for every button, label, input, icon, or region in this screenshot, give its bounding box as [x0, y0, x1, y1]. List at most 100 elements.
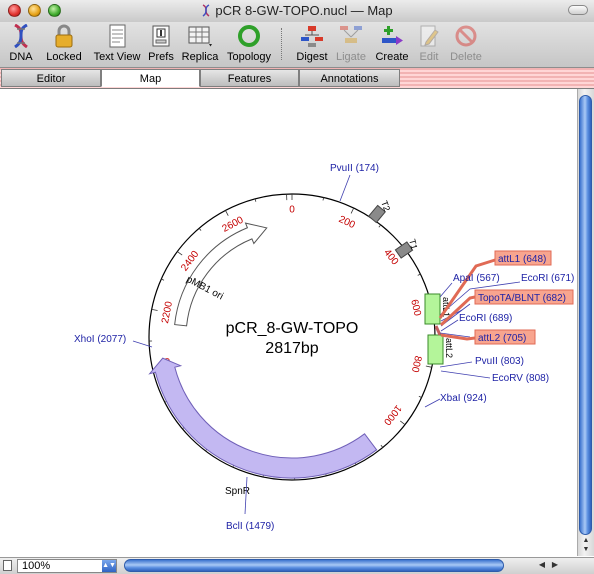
create-button[interactable]: Create: [373, 23, 411, 65]
attl2-box-label: attL2: [444, 338, 454, 358]
t1-terminator[interactable]: T1: [394, 238, 419, 259]
site-attl2-705[interactable]: attL2 (705): [478, 333, 526, 344]
spnr-arrow[interactable]: [148, 357, 378, 479]
vertical-scroll-thumb[interactable]: [579, 95, 592, 535]
preferences-switch-icon: [152, 25, 170, 47]
edit-button[interactable]: Edit: [415, 23, 443, 65]
ligate-label: Ligate: [336, 51, 366, 63]
tick-mark: [417, 273, 421, 276]
horizontal-scroll-thumb[interactable]: [124, 559, 504, 572]
site-bcli-1479[interactable]: BclI (1479): [226, 521, 274, 532]
toolbar: DNA Locked Text View Prefs Replica Topol…: [0, 22, 594, 68]
tick-mark: [380, 444, 384, 448]
replica-button[interactable]: Replica: [180, 23, 220, 65]
zoom-value: 100%: [22, 560, 51, 572]
scroll-up-arrow-icon[interactable]: ▲: [578, 537, 594, 545]
site-ecorv-808[interactable]: EcoRV (808): [492, 373, 549, 384]
plasmid-name: pCR_8-GW-TOPO: [226, 320, 359, 337]
bottom-bar: 100% ▲▼ ◀ ▶: [0, 557, 594, 574]
delete-button[interactable]: Delete: [447, 23, 485, 65]
zoom-stepper-icon[interactable]: ▲▼: [102, 560, 116, 572]
delete-no-icon: [455, 25, 477, 47]
tab-annotations[interactable]: Annotations: [299, 69, 400, 87]
site-xbai-924[interactable]: XbaI (924): [440, 393, 487, 404]
tick-mark: [378, 224, 382, 228]
dna-helix-icon: [14, 24, 28, 48]
tick-label: 2200: [160, 300, 175, 324]
tick-mark: [177, 251, 183, 256]
ligate-tree-icon: [340, 26, 362, 43]
site-pvuii-174[interactable]: PvuII (174): [330, 163, 379, 174]
scroll-down-arrow-icon[interactable]: ▼: [578, 546, 594, 554]
locked-button[interactable]: Locked: [44, 23, 84, 65]
tick-label: 0: [289, 205, 295, 216]
tick-label: 200: [337, 214, 357, 231]
tab-map[interactable]: Map: [101, 69, 200, 87]
toolbar-toggle-button[interactable]: [568, 5, 588, 15]
tick-mark: [400, 420, 406, 425]
toolbar-separator: [281, 28, 283, 60]
digest-tree-icon: [301, 26, 323, 47]
padlock-icon: [55, 24, 73, 48]
site-ecori-689[interactable]: EcoRI (689): [459, 313, 512, 324]
site-ecori-671[interactable]: EcoRI (671): [521, 273, 574, 284]
tick-mark: [161, 278, 165, 281]
tick-mark: [198, 228, 202, 231]
site-apai-567[interactable]: ApaI (567): [453, 273, 500, 284]
text-document-icon: [109, 24, 126, 48]
tab-bar: Editor Map Features Annotations: [0, 68, 594, 89]
delete-label: Delete: [450, 51, 482, 63]
create-plus-arrow-icon: [382, 26, 403, 45]
create-label: Create: [375, 51, 409, 63]
tick-mark: [418, 395, 422, 398]
tick-label: 600: [408, 298, 423, 317]
text-view-label: Text View: [93, 51, 141, 63]
t2-terminator[interactable]: T2: [367, 199, 392, 224]
tick-label: 800: [409, 355, 423, 374]
replica-label: Replica: [181, 51, 219, 63]
edit-pencil-icon: [420, 25, 439, 47]
topology-button[interactable]: Topology: [224, 23, 274, 65]
site-topota-blnt-682[interactable]: TopoTA/BLNT (682): [478, 293, 566, 304]
window-title-wrap: pCR 8-GW-TOPO.nucl — Map: [0, 3, 594, 18]
dna-button[interactable]: DNA: [4, 23, 38, 65]
dna-document-icon: [202, 4, 210, 17]
topology-label: Topology: [226, 51, 272, 63]
site-attl1-648[interactable]: attL1 (648): [498, 254, 546, 265]
replica-grid-icon: [188, 26, 212, 47]
scroll-left-arrow-icon[interactable]: ◀: [536, 559, 548, 571]
horizontal-scrollbar[interactable]: [124, 559, 534, 573]
plasmid-map-area[interactable]: 0200400600800100012001400160018002000220…: [0, 89, 576, 556]
ligate-button[interactable]: Ligate: [333, 23, 369, 65]
digest-button[interactable]: Digest: [294, 23, 330, 65]
zoom-select[interactable]: 100% ▲▼: [17, 559, 117, 573]
dna-label: DNA: [9, 51, 33, 63]
plasmid-map-svg: 0200400600800100012001400160018002000220…: [74, 163, 574, 532]
site-pvuii-803[interactable]: PvuII (803): [475, 356, 524, 367]
tick-mark: [350, 207, 355, 214]
tick-mark: [425, 365, 432, 368]
window-title: pCR 8-GW-TOPO.nucl — Map: [215, 3, 393, 18]
locked-label: Locked: [46, 51, 82, 63]
attl2-feature[interactable]: attL2: [427, 334, 454, 365]
tab-editor[interactable]: Editor: [1, 69, 101, 87]
scroll-right-arrow-icon[interactable]: ▶: [549, 559, 561, 571]
title-bar: pCR 8-GW-TOPO.nucl — Map: [0, 0, 594, 23]
tick-mark: [151, 308, 158, 311]
prefs-button[interactable]: Prefs: [146, 23, 176, 65]
plasmid-length: 2817bp: [265, 340, 318, 357]
prefs-label: Prefs: [148, 51, 174, 63]
tab-features[interactable]: Features: [200, 69, 299, 87]
page-icon[interactable]: [3, 560, 12, 571]
site-xhoi-2077[interactable]: XhoI (2077): [74, 334, 126, 345]
circle-topology-icon: [238, 25, 260, 47]
app-window: pCR 8-GW-TOPO.nucl — Map DNA Locked Text…: [0, 0, 594, 574]
edit-label: Edit: [419, 51, 439, 63]
plasmid-backbone: [148, 193, 436, 481]
digest-label: Digest: [296, 51, 328, 63]
tick-mark: [225, 210, 229, 216]
topo-site-mark: [434, 325, 442, 336]
vertical-scrollbar[interactable]: ▲ ▼: [577, 89, 594, 556]
tick-label: 1000: [381, 403, 404, 428]
text-view-button[interactable]: Text View: [90, 23, 144, 65]
